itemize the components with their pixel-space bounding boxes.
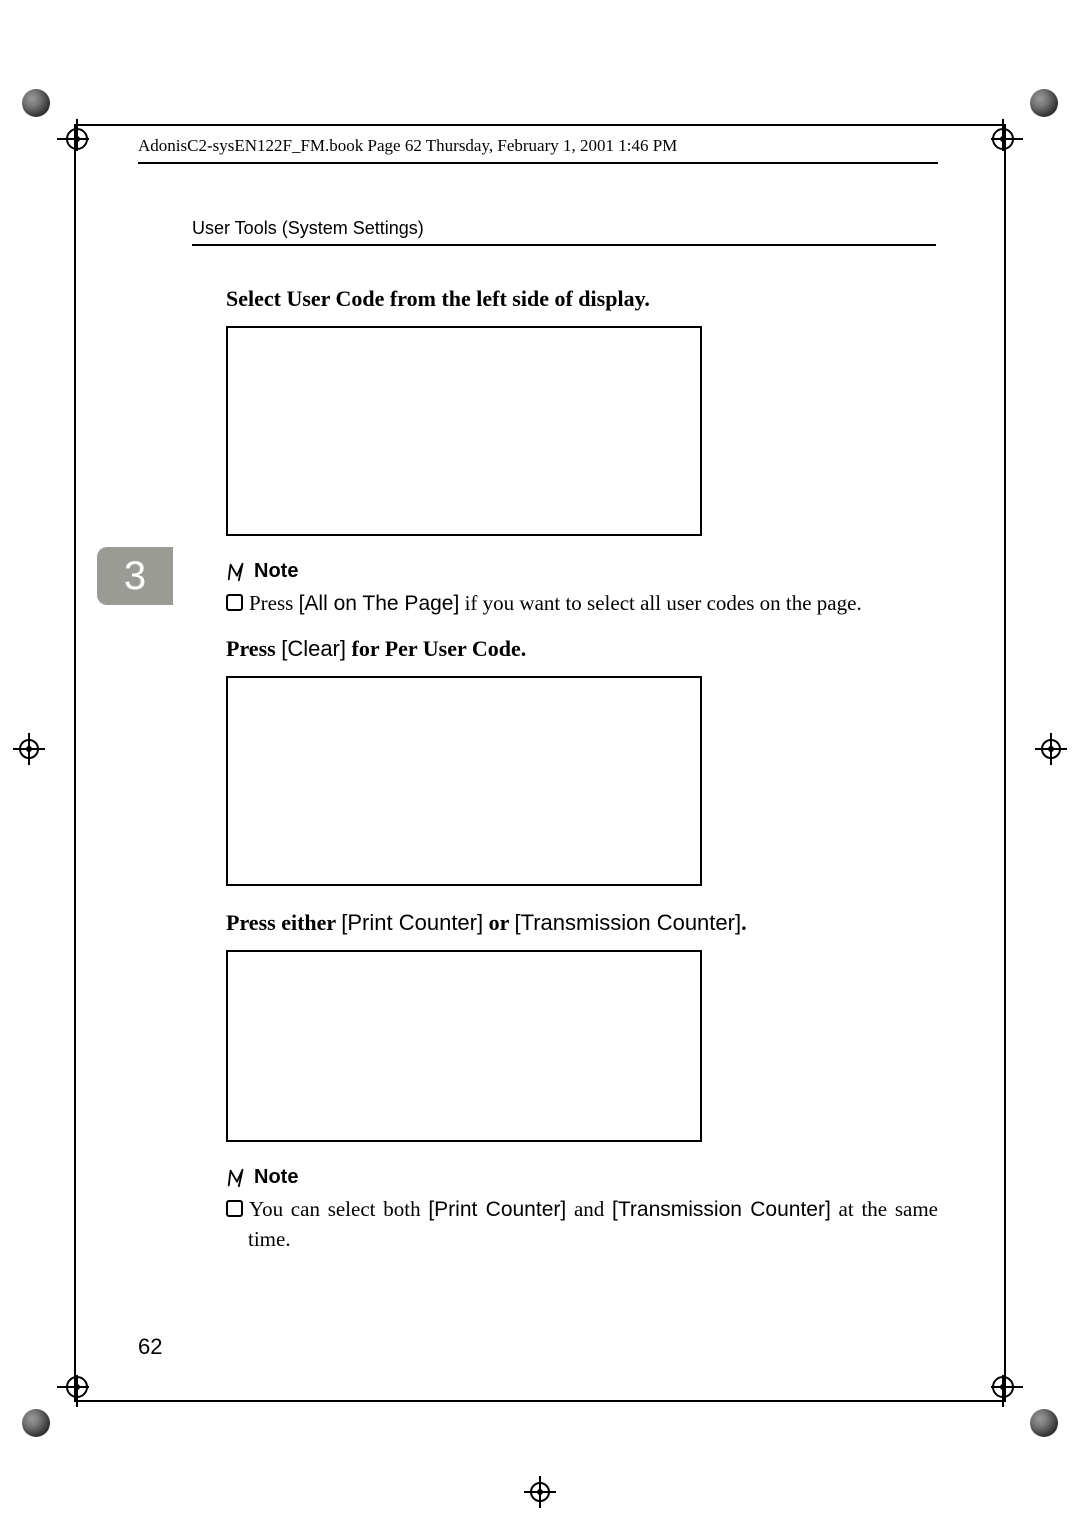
header-rule: [138, 162, 938, 164]
screenshot-placeholder: [226, 676, 702, 886]
text: Press: [226, 636, 281, 661]
register-mark-icon: [33, 95, 89, 151]
text: You can select both: [249, 1197, 428, 1221]
bullet-icon: [226, 594, 243, 611]
page: AdonisC2-sysEN122F_FM.book Page 62 Thurs…: [0, 0, 1080, 1526]
register-mark-icon: [13, 733, 45, 765]
ui-label: [Print Counter]: [341, 910, 483, 935]
register-mark-icon: [991, 1375, 1047, 1431]
text: Press: [249, 591, 299, 615]
step-heading: Select User Code from the left side of d…: [226, 286, 938, 312]
register-mark-icon: [991, 95, 1047, 151]
register-mark-icon: [524, 1476, 556, 1508]
note-row: Note: [226, 1166, 938, 1189]
ui-label: [Transmission Counter]: [612, 1198, 831, 1221]
ui-label: [Print Counter]: [428, 1198, 566, 1221]
section-heading: User Tools (System Settings): [192, 218, 424, 239]
text: if you want to select all user codes on …: [459, 591, 861, 615]
page-number: 62: [138, 1334, 162, 1360]
register-mark-icon: [33, 1375, 89, 1431]
note-icon: [226, 1167, 248, 1189]
screenshot-placeholder: [226, 950, 702, 1142]
ui-label: [Transmission Counter]: [514, 910, 741, 935]
chapter-tab: 3: [97, 547, 173, 605]
note-text: Press [All on The Page] if you want to s…: [226, 589, 938, 618]
step-heading: Press either [Print Counter] or [Transmi…: [226, 910, 938, 936]
note-label: Note: [254, 1166, 298, 1189]
note-label: Note: [254, 560, 298, 583]
bullet-icon: [226, 1200, 243, 1217]
text: for Per User Code.: [346, 636, 526, 661]
text: Press either: [226, 910, 341, 935]
note-text: You can select both [Print Counter] and …: [226, 1195, 938, 1253]
page-border: [1004, 124, 1006, 1402]
section-rule: [192, 244, 936, 246]
page-border: [74, 124, 1006, 126]
step-heading: Press [Clear] for Per User Code.: [226, 636, 938, 662]
screenshot-placeholder: [226, 326, 702, 536]
ui-label: [All on The Page]: [299, 592, 460, 615]
page-border: [74, 1400, 1006, 1402]
chapter-number: 3: [124, 554, 146, 599]
text: .: [741, 910, 747, 935]
page-border: [74, 124, 76, 1402]
note-row: Note: [226, 560, 938, 583]
content-area: Select User Code from the left side of d…: [226, 286, 938, 1271]
ui-label: [Clear]: [281, 636, 346, 661]
text: and: [566, 1197, 612, 1221]
text: or: [483, 910, 514, 935]
crop-header-text: AdonisC2-sysEN122F_FM.book Page 62 Thurs…: [138, 136, 677, 156]
register-mark-icon: [1035, 733, 1067, 765]
note-icon: [226, 561, 248, 583]
